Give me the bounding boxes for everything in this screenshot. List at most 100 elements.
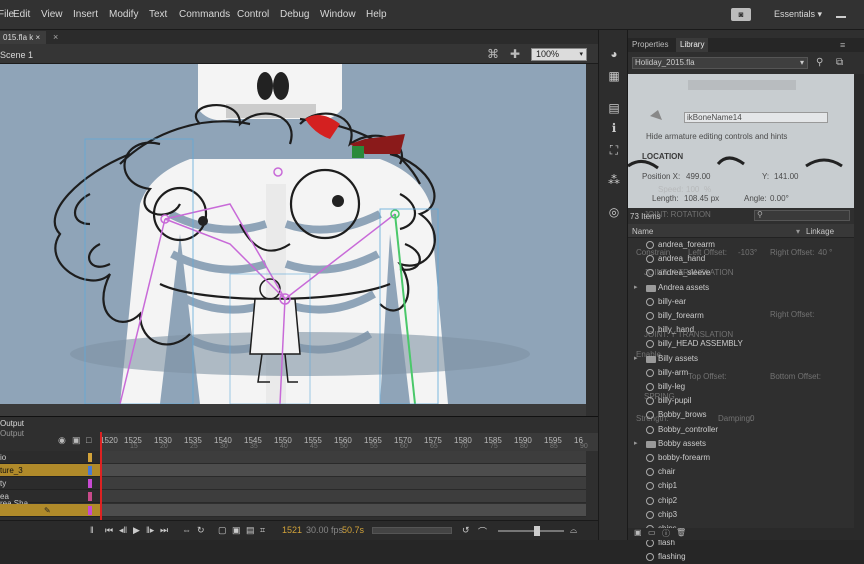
menu-control[interactable]: Control (237, 9, 269, 20)
outline-icon[interactable]: □ (86, 435, 91, 445)
center-frame-icon[interactable]: ⇔ (182, 525, 191, 535)
tab-properties[interactable]: Properties (628, 38, 672, 52)
symbol-icon[interactable]: ✚ (508, 47, 522, 61)
frame-rate[interactable]: 30.00 fps (306, 525, 343, 535)
pin-icon[interactable]: ⚲ (816, 57, 823, 68)
library-item[interactable]: billy-ear (628, 295, 854, 309)
library-item[interactable]: chip1 (628, 479, 854, 493)
library-folder[interactable]: ▸ Bobby assets (628, 437, 854, 451)
delete-icon[interactable]: 🗑 (676, 528, 686, 537)
timeline-hscroll[interactable] (372, 527, 452, 534)
new-folder-icon[interactable]: ▭ (648, 528, 656, 537)
column-linkage[interactable]: Linkage (806, 227, 834, 236)
menu-debug[interactable]: Debug (280, 9, 309, 20)
frame-row[interactable] (100, 477, 586, 490)
prev-frame-icon[interactable]: ◂‖ (119, 525, 127, 536)
stage-horizontal-scrollbar[interactable] (0, 404, 586, 416)
library-search-input[interactable]: ⚲ (754, 210, 850, 221)
clapper-icon[interactable]: ⌘ (486, 47, 500, 61)
new-symbol-icon[interactable]: ▣ (634, 528, 642, 537)
timeline-ruler[interactable]: 1520 1525 1530 1535 1540 1545 1550 1555 … (100, 433, 598, 451)
frame-row[interactable] (100, 504, 586, 517)
panel-menu-icon[interactable]: ≡ (840, 40, 845, 50)
properties-icon[interactable]: ⓘ (662, 528, 670, 539)
layer-row[interactable]: io (0, 451, 100, 464)
library-item[interactable]: chip2 (628, 494, 854, 508)
info-icon[interactable]: ℹ (606, 120, 622, 136)
timeline-zoom-slider[interactable] (498, 530, 564, 532)
library-item[interactable]: billy_forearm (628, 309, 854, 323)
zoom-in-icon[interactable]: ⌓ (570, 525, 577, 536)
eye-icon[interactable]: ◉ (58, 435, 66, 446)
play-icon[interactable]: ▶ (133, 525, 140, 536)
stage-vertical-scrollbar[interactable] (586, 64, 598, 416)
motion-presets-icon[interactable]: ◎ (606, 204, 622, 220)
loop-icon[interactable]: ↻ (197, 525, 205, 536)
bone-name-field[interactable] (688, 80, 796, 90)
position-y-value[interactable]: 141.00 (774, 172, 798, 181)
transform-icon[interactable]: ⛶ (606, 142, 622, 158)
location-section[interactable]: LOCATION (642, 152, 683, 161)
layer-row[interactable]: ty (0, 477, 100, 490)
edit-multiple-icon[interactable]: ▤ (246, 525, 255, 536)
library-item[interactable]: Bobby_controller (628, 423, 854, 437)
menu-window[interactable]: Window (320, 9, 356, 20)
library-item[interactable]: flashing (628, 550, 854, 564)
menu-commands[interactable]: Commands (179, 9, 230, 20)
expand-arrow-icon[interactable]: ▸ (634, 281, 638, 295)
menu-modify[interactable]: Modify (109, 9, 138, 20)
document-tab[interactable]: 015.fla k × (0, 31, 46, 44)
position-x-value[interactable]: 499.00 (686, 172, 710, 181)
menu-insert[interactable]: Insert (73, 9, 98, 20)
library-folder[interactable]: ▸ Andrea assets (628, 281, 854, 295)
library-vertical-scrollbar[interactable] (854, 74, 864, 540)
onion-markers-icon[interactable]: ⌗ (260, 525, 265, 536)
first-frame-icon[interactable]: ⏮ (105, 525, 113, 536)
onion-skin-icon[interactable]: ▢ (218, 525, 227, 536)
pencil-icon[interactable]: ✎ (44, 504, 51, 517)
bone-name-input[interactable]: ikBoneName14 (684, 112, 828, 123)
new-library-icon[interactable]: ⧉ (836, 57, 843, 68)
frame-row[interactable] (100, 490, 586, 503)
scene-label[interactable]: Scene 1 (0, 50, 33, 60)
playhead[interactable] (100, 432, 102, 520)
rewind-icon[interactable]: ↺ (462, 525, 470, 536)
zoom-out-icon[interactable]: ⌒ (478, 525, 487, 538)
layer-row[interactable]: ture_3 (0, 464, 100, 477)
slider-handle[interactable] (534, 526, 540, 536)
library-document-select[interactable]: Holiday_2015.fla ▾ (632, 57, 808, 69)
grid-icon[interactable]: ▦ (606, 68, 622, 84)
zoom-select[interactable]: 100% ▾ (531, 48, 587, 61)
library-item[interactable]: billy_HEAD ASSEMBLY (628, 337, 854, 351)
output-tab[interactable]: Output (0, 419, 24, 428)
menu-help[interactable]: Help (366, 9, 387, 20)
output-tab-secondary[interactable]: Output (0, 429, 24, 438)
menu-text[interactable]: Text (149, 9, 167, 20)
workspace-icon[interactable]: ◙ (731, 8, 751, 21)
expand-arrow-icon[interactable]: ▸ (634, 437, 638, 451)
swatches-icon[interactable]: ◕ (606, 46, 622, 62)
menu-file[interactable]: File (0, 9, 14, 20)
library-folder[interactable]: ▸ Billy assets (628, 352, 854, 366)
onion-outline-icon[interactable]: ▣ (232, 525, 241, 536)
align-icon[interactable]: ▤ (606, 100, 622, 116)
library-item[interactable]: chip3 (628, 508, 854, 522)
last-frame-icon[interactable]: ⏭ (160, 525, 168, 536)
close-tab-icon[interactable]: × (53, 32, 58, 42)
current-frame[interactable]: 1521 (282, 525, 302, 535)
next-frame-icon[interactable]: ‖▸ (146, 525, 154, 536)
library-item[interactable]: chair (628, 465, 854, 479)
stage-canvas[interactable] (0, 64, 586, 404)
frame-row[interactable] (100, 451, 586, 464)
menu-view[interactable]: View (41, 9, 63, 20)
library-item[interactable]: bobby-forearm (628, 451, 854, 465)
components-icon[interactable]: ⁂ (606, 172, 622, 188)
column-name[interactable]: Name (632, 227, 653, 236)
menu-edit[interactable]: Edit (13, 9, 30, 20)
layer-row[interactable]: ✎ (0, 504, 100, 517)
lock-icon[interactable]: ▣ (72, 435, 81, 446)
minimize-icon[interactable] (836, 8, 846, 18)
tab-library[interactable]: Library (676, 38, 709, 52)
frame-row[interactable] (100, 464, 586, 477)
workspace-switcher[interactable]: Essentials ▾ (774, 9, 822, 20)
